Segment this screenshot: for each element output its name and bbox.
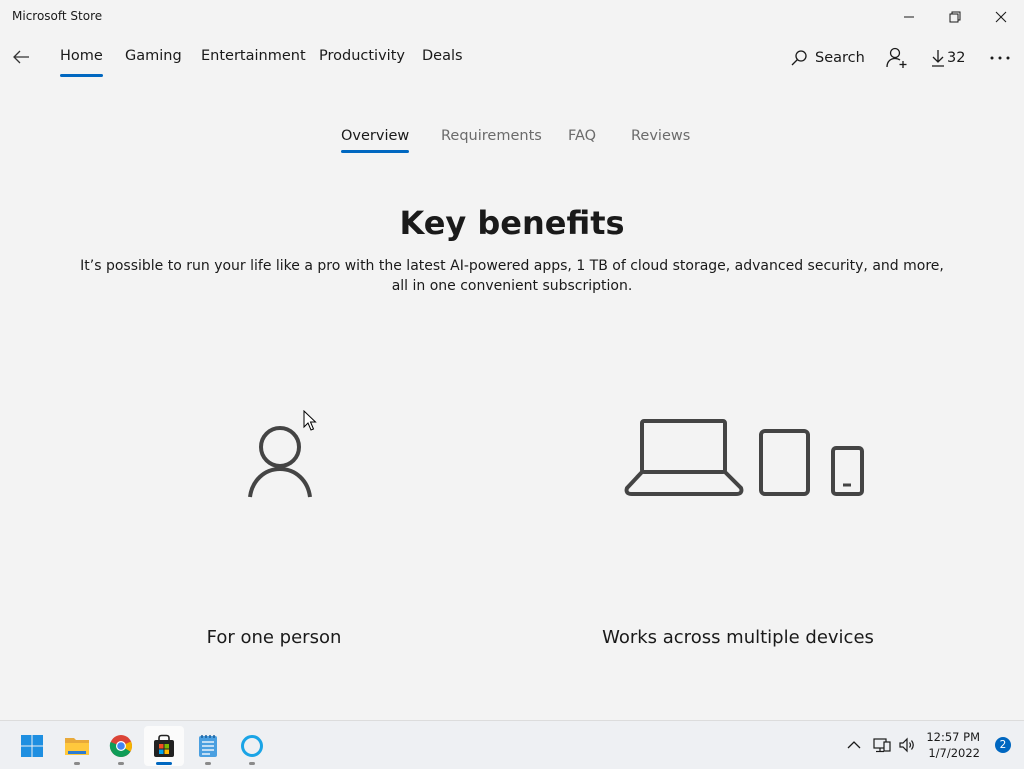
person-icon (248, 426, 312, 498)
taskbar-cortana[interactable] (232, 726, 272, 766)
taskbar-file-explorer[interactable] (57, 726, 97, 766)
folder-icon (65, 738, 89, 755)
search-icon (791, 50, 807, 66)
search-button[interactable]: Search (790, 46, 865, 70)
devices-icon (624, 419, 864, 496)
minimize-button[interactable] (886, 0, 932, 34)
title-bar: Microsoft Store (0, 0, 1024, 34)
chevron-up-icon (847, 741, 861, 749)
more-options-button[interactable] (990, 46, 1010, 70)
add-account-icon (886, 47, 907, 68)
taskbar-microsoft-store[interactable] (144, 726, 184, 766)
download-icon (932, 50, 944, 67)
cortana-icon (241, 735, 263, 757)
page-heading: Key benefits (399, 204, 625, 242)
top-navigation: Home Gaming Entertainment Productivity D… (0, 34, 1024, 80)
clock-date: 1/7/2022 (928, 746, 980, 760)
volume-button[interactable] (895, 721, 919, 769)
account-button[interactable] (886, 46, 908, 70)
benefit-label-one-person: For one person (206, 627, 342, 648)
notepad-icon (199, 735, 217, 757)
downloads-count: 32 (947, 50, 966, 66)
network-button[interactable] (870, 721, 894, 769)
network-icon (873, 738, 891, 753)
restore-button[interactable] (932, 0, 978, 34)
benefit-label-multiple-devices: Works across multiple devices (602, 627, 874, 648)
benefits-description: It’s possible to run your life like a pr… (80, 258, 944, 294)
running-indicator (74, 762, 80, 765)
tab-reviews[interactable]: Reviews (631, 128, 690, 144)
tab-faq[interactable]: FAQ (568, 128, 596, 144)
nav-deals[interactable]: Deals (422, 48, 463, 76)
store-bag-icon (154, 734, 174, 757)
product-tabs: Overview Requirements FAQ Reviews (0, 126, 1024, 154)
volume-icon (899, 737, 914, 753)
running-indicator (249, 762, 255, 765)
nav-productivity[interactable]: Productivity (319, 48, 405, 76)
tab-overview[interactable]: Overview (341, 128, 410, 153)
close-button[interactable] (978, 0, 1024, 34)
search-label: Search (815, 50, 865, 66)
nav-home[interactable]: Home (60, 48, 103, 77)
taskbar-chrome[interactable] (101, 726, 141, 766)
back-arrow-icon (13, 50, 29, 64)
chrome-icon (109, 735, 132, 757)
start-button[interactable] (12, 726, 52, 766)
clock-time: 12:57 PM (926, 730, 980, 744)
system-clock[interactable]: 12:57 PM 1/7/2022 (926, 729, 980, 761)
downloads-button[interactable]: 32 (931, 46, 965, 70)
active-indicator (156, 762, 172, 765)
nav-entertainment[interactable]: Entertainment (201, 48, 306, 76)
restore-icon (949, 11, 961, 23)
windows-logo-icon (21, 735, 43, 757)
running-indicator (118, 762, 124, 765)
window-title: Microsoft Store (12, 9, 103, 23)
tab-requirements[interactable]: Requirements (441, 128, 542, 144)
running-indicator (205, 762, 211, 765)
mouse-cursor-icon (303, 410, 317, 431)
show-hidden-icons-button[interactable] (842, 721, 866, 769)
notification-badge[interactable]: 2 (995, 737, 1011, 753)
close-icon (995, 11, 1007, 23)
nav-gaming[interactable]: Gaming (125, 48, 182, 76)
more-icon (990, 56, 1010, 60)
back-button[interactable] (6, 42, 36, 72)
taskbar-notepad[interactable] (188, 726, 228, 766)
taskbar: 12:57 PM 1/7/2022 2 (0, 720, 1024, 769)
minimize-icon (904, 16, 914, 18)
